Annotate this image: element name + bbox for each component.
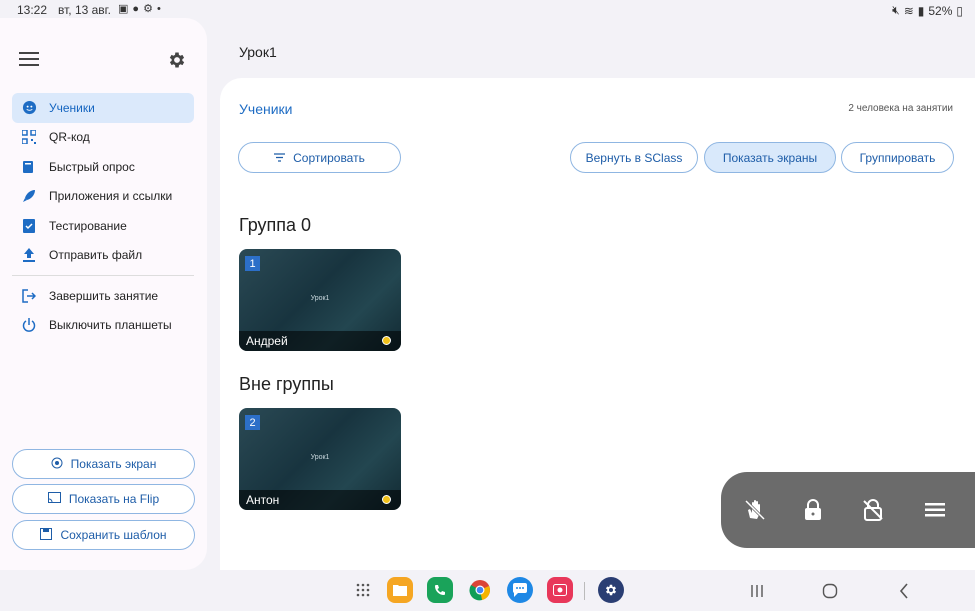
screen-preview-title: Урок1 (310, 454, 330, 461)
filter-icon (274, 151, 286, 165)
show-screens-button[interactable]: Показать экраны (704, 142, 836, 173)
sidebar-item-label: Выключить планшеты (49, 318, 172, 333)
sidebar-item-send-file[interactable]: Отправить файл (12, 241, 194, 271)
mute-icon: 🔇︎ (892, 3, 900, 17)
status-date: вт, 13 авг. (58, 3, 111, 17)
sidebar-item-testing[interactable]: Тестирование (12, 211, 194, 241)
status-right: 🔇︎ ≋ ▮ 52% ▯ (892, 3, 963, 18)
sidebar-item-end-lesson[interactable]: Завершить занятие (12, 281, 194, 311)
sidebar-item-label: Завершить занятие (49, 288, 159, 303)
phone-app-icon[interactable] (427, 577, 453, 603)
upload-icon (21, 247, 37, 263)
student-screen-tile[interactable]: 1 Урок1 Андрей (239, 249, 401, 351)
screen-preview-title: Урок1 (310, 295, 330, 302)
gear-icon[interactable] (167, 50, 187, 70)
status-time: 13:22 (17, 3, 48, 17)
sidebar-nav: Ученики QR-код Быстрый опрос Приложения … (12, 93, 194, 340)
return-to-sclass-button[interactable]: Вернуть в SClass (570, 142, 698, 173)
battery-level: 52% (928, 3, 953, 18)
sidebar-item-label: Ученики (49, 100, 95, 115)
status-bar: 13:22 вт, 13 авг. ▣ ● ⚙ • 🔇︎ ≋ ▮ 52% ▯ (0, 0, 975, 20)
sidebar-item-power-off[interactable]: Выключить планшеты (12, 311, 194, 341)
settings-small-icon: ⚙ (143, 3, 153, 15)
sidebar-item-label: Приложения и ссылки (49, 189, 173, 204)
student-name: Антон (246, 493, 280, 507)
dock-divider (584, 582, 585, 600)
qr-code-icon (21, 129, 37, 145)
home-icon[interactable] (821, 582, 839, 600)
sidebar-item-quick-poll[interactable]: Быстрый опрос (12, 152, 194, 182)
save-icon (40, 527, 53, 543)
wifi-icon: ≋ (903, 3, 914, 18)
more-dot-icon: • (156, 2, 161, 15)
lock-icon[interactable] (801, 498, 825, 522)
signal-icon: ▮ (917, 3, 925, 18)
group-title: Группа 0 (239, 215, 312, 235)
power-icon (21, 317, 37, 333)
show-on-flip-button[interactable]: Показать на Flip (12, 484, 195, 514)
raise-hand-off-icon[interactable] (743, 498, 767, 522)
test-document-icon (21, 218, 37, 234)
page-title: Ученики (239, 101, 293, 117)
students-count: 2 человека на занятии (848, 103, 953, 114)
sort-label: Сортировать (293, 150, 365, 165)
sidebar-item-label: Быстрый опрос (49, 159, 135, 174)
battery-icon: ▯ (956, 3, 963, 18)
exit-icon (21, 288, 37, 304)
status-dot-icon (382, 336, 391, 345)
record-circle-icon (51, 457, 63, 472)
student-number: 2 (245, 415, 260, 430)
settings-app-icon[interactable] (598, 577, 624, 603)
group-label: Группировать (859, 150, 936, 165)
sidebar-item-label: Отправить файл (49, 248, 143, 263)
lesson-title: Урок1 (239, 44, 277, 60)
sidebar: Ученики QR-код Быстрый опрос Приложения … (0, 18, 207, 570)
group-button[interactable]: Группировать (841, 142, 954, 173)
pin-icon: ● (132, 2, 140, 15)
sidebar-item-apps[interactable]: Приложения и ссылки (12, 182, 194, 212)
unlock-icon[interactable] (861, 498, 885, 522)
notification-icons: ▣ ● ⚙ • (118, 2, 161, 16)
cast-icon (47, 492, 61, 506)
android-nav-bar (0, 572, 975, 611)
student-screen-tile[interactable]: 2 Урок1 Антон (239, 408, 401, 510)
student-name: Андрей (246, 334, 288, 348)
student-face-icon (21, 100, 37, 116)
sidebar-item-students[interactable]: Ученики (12, 93, 194, 123)
back-icon[interactable] (895, 582, 913, 600)
gallery-icon: ▣ (118, 3, 129, 15)
return-label: Вернуть в SClass (585, 150, 683, 165)
sidebar-item-qr[interactable]: QR-код (12, 123, 194, 153)
chrome-app-icon[interactable] (467, 577, 493, 603)
app-drawer-icon[interactable] (351, 577, 375, 603)
show-screens-label: Показать экраны (722, 150, 818, 165)
sidebar-item-label: Тестирование (49, 218, 127, 233)
recent-apps-icon[interactable] (748, 582, 766, 600)
files-app-icon[interactable] (387, 577, 413, 603)
messages-app-icon[interactable] (507, 577, 533, 603)
show-on-flip-label: Показать на Flip (68, 492, 160, 506)
sort-button[interactable]: Сортировать (238, 142, 401, 173)
sidebar-item-label: QR-код (49, 130, 90, 145)
student-control-panel (721, 472, 975, 548)
group-title: Вне группы (239, 374, 334, 394)
screen-recorder-app-icon[interactable] (547, 577, 573, 603)
save-template-button[interactable]: Сохранить шаблон (12, 520, 195, 550)
quick-poll-icon (21, 159, 37, 175)
show-screen-label: Показать экран (70, 457, 157, 471)
show-screen-button[interactable]: Показать экран (12, 449, 195, 479)
rocket-icon (21, 188, 37, 204)
sidebar-divider (12, 275, 194, 276)
hamburger-menu-icon[interactable] (19, 52, 39, 68)
more-menu-icon[interactable] (923, 498, 947, 522)
save-template-label: Сохранить шаблон (60, 528, 167, 542)
status-dot-icon (382, 495, 391, 504)
student-number: 1 (245, 256, 260, 271)
